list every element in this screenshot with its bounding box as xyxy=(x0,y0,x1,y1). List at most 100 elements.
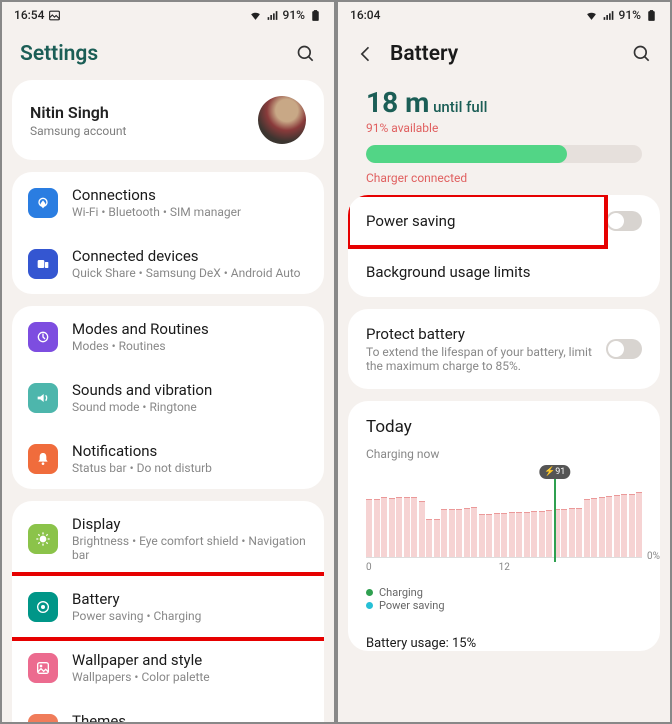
settings-group: DisplayBrightness • Eye comfort shield •… xyxy=(12,501,324,722)
chart-bar xyxy=(621,494,627,557)
power-saving-label: Power saving xyxy=(366,212,594,230)
chart-bar xyxy=(449,509,455,557)
status-bar: 16:54 91% xyxy=(2,2,334,24)
protect-label: Protect battery xyxy=(366,325,594,343)
pct-available: 91% available xyxy=(366,121,642,135)
protect-sub: To extend the lifespan of your battery, … xyxy=(366,345,594,373)
page-title: Settings xyxy=(20,42,282,66)
item-sub: Wi-Fi • Bluetooth • SIM manager xyxy=(72,205,308,219)
settings-item-display[interactable]: DisplayBrightness • Eye comfort shield •… xyxy=(12,501,324,576)
battery-screen: 16:04 91% Battery 18 m until full 91% av… xyxy=(337,1,671,723)
chart-bar xyxy=(546,510,552,557)
bell-icon xyxy=(28,444,58,474)
item-sub: Wallpapers • Color palette xyxy=(72,670,308,684)
chart-bar xyxy=(599,497,605,557)
options-card-2: Protect battery To extend the lifespan o… xyxy=(348,309,660,389)
x-axis: 0 12 xyxy=(366,562,642,573)
item-label: Notifications xyxy=(72,442,308,460)
charger-status: Charger connected xyxy=(366,171,642,185)
status-time: 16:54 xyxy=(14,8,44,22)
status-battery-pct: 91% xyxy=(283,8,305,22)
chart-bar xyxy=(366,499,372,557)
chart-bar xyxy=(479,514,485,557)
settings-list[interactable]: Nitin Singh Samsung account ConnectionsW… xyxy=(2,80,334,722)
item-sub: Modes • Routines xyxy=(72,339,308,353)
chart-legend: Charging Power saving xyxy=(348,582,660,622)
legend-dot-power xyxy=(366,602,373,609)
battery-summary: 18 m until full 91% available Charger co… xyxy=(348,80,660,195)
item-label: Sounds and vibration xyxy=(72,381,308,399)
back-icon[interactable] xyxy=(356,44,376,64)
battery-bar-fill xyxy=(366,145,567,163)
chart-bar xyxy=(404,497,410,557)
chart-marker: ⚡91 xyxy=(554,467,556,562)
chart-bar xyxy=(531,511,537,557)
item-label: Connected devices xyxy=(72,247,308,265)
wifi-icon xyxy=(28,188,58,218)
marker-bubble: ⚡91 xyxy=(539,465,570,479)
settings-item-sound[interactable]: Sounds and vibrationSound mode • Rington… xyxy=(12,367,324,428)
item-label: Battery xyxy=(72,590,308,608)
chart-bar xyxy=(426,519,432,557)
settings-item-devices[interactable]: Connected devicesQuick Share • Samsung D… xyxy=(12,233,324,294)
chart-bar xyxy=(396,497,402,557)
item-sub: Status bar • Do not disturb xyxy=(72,461,308,475)
page-title: Battery xyxy=(390,42,618,66)
settings-screen: 16:54 91% Settings Nitin Singh Samsung a… xyxy=(1,1,335,723)
chart-bar xyxy=(494,513,500,557)
search-icon[interactable] xyxy=(296,44,316,64)
chart-bar xyxy=(464,508,470,557)
signal-icon xyxy=(602,9,615,22)
battery-icon xyxy=(28,592,58,622)
profile-card[interactable]: Nitin Singh Samsung account xyxy=(12,80,324,160)
chart-bar xyxy=(486,514,492,557)
wallpaper-icon xyxy=(28,653,58,683)
protect-battery-toggle[interactable] xyxy=(606,339,642,359)
chart-bar xyxy=(381,497,387,557)
app-bar: Battery xyxy=(338,24,670,80)
legend-dot-charging xyxy=(366,589,373,596)
settings-item-wifi[interactable]: ConnectionsWi-Fi • Bluetooth • SIM manag… xyxy=(12,172,324,233)
chart-bar xyxy=(411,497,417,557)
options-card-1: Power saving Background usage limits xyxy=(348,195,660,297)
today-heading: Today xyxy=(348,401,660,443)
item-label: Modes and Routines xyxy=(72,320,308,338)
devices-icon xyxy=(28,249,58,279)
item-label: Connections xyxy=(72,186,308,204)
settings-item-battery[interactable]: BatteryPower saving • Charging xyxy=(12,572,324,641)
battery-content[interactable]: 18 m until full 91% available Charger co… xyxy=(338,80,670,722)
chart-bar xyxy=(614,495,620,557)
search-icon[interactable] xyxy=(632,44,652,64)
protect-battery-row[interactable]: Protect battery To extend the lifespan o… xyxy=(348,309,660,389)
power-saving-row[interactable]: Power saving xyxy=(348,195,660,247)
settings-item-routines[interactable]: Modes and RoutinesModes • Routines xyxy=(12,306,324,367)
bg-limits-row[interactable]: Background usage limits xyxy=(348,247,660,297)
settings-item-themes[interactable]: ThemesThemes • Wallpapers • Icons xyxy=(12,698,324,722)
time-remaining: 18 m xyxy=(366,86,429,119)
settings-item-bell[interactable]: NotificationsStatus bar • Do not disturb xyxy=(12,428,324,489)
chart-bar xyxy=(629,494,635,557)
avatar[interactable] xyxy=(258,96,306,144)
chart-bar xyxy=(501,513,507,557)
chart-bar xyxy=(576,508,582,557)
settings-item-wallpaper[interactable]: Wallpaper and styleWallpapers • Color pa… xyxy=(12,637,324,698)
wifi-icon xyxy=(585,9,598,22)
chart-bar xyxy=(569,508,575,557)
battery-usage-line[interactable]: Battery usage: 15% xyxy=(348,622,660,651)
chart-bar xyxy=(441,509,447,557)
item-label: Wallpaper and style xyxy=(72,651,308,669)
chart-bar xyxy=(524,512,530,557)
item-sub: Sound mode • Ringtone xyxy=(72,400,308,414)
battery-bar xyxy=(366,145,642,163)
chart-bar xyxy=(516,512,522,557)
themes-icon xyxy=(28,714,58,723)
profile-sub: Samsung account xyxy=(30,124,258,138)
status-bar: 16:04 91% xyxy=(338,2,670,24)
item-sub: Brightness • Eye comfort shield • Naviga… xyxy=(72,534,308,562)
wifi-icon xyxy=(249,9,262,22)
chart-bar xyxy=(419,501,425,557)
usage-chart[interactable]: ⚡91 0% 0 12 xyxy=(348,467,660,582)
display-icon xyxy=(28,524,58,554)
power-saving-toggle[interactable] xyxy=(606,211,642,231)
status-time: 16:04 xyxy=(350,8,380,22)
